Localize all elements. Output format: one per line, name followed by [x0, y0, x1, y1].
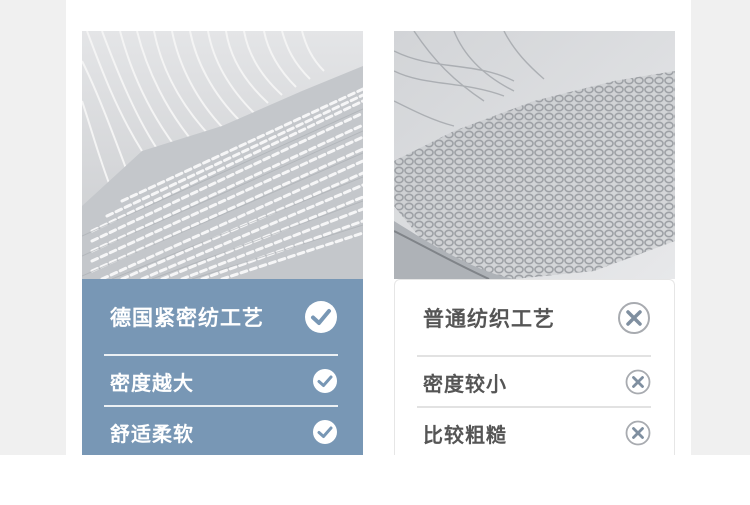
feature-row: 比较粗糙 — [423, 409, 651, 455]
feature-label: 比较粗糙 — [423, 422, 507, 447]
card-header: 普通纺织工艺 — [423, 280, 651, 355]
divider — [417, 406, 651, 408]
divider — [104, 354, 338, 356]
divider — [104, 405, 338, 407]
compact-spinning-card: 德国紧密纺工艺 密度越大 舒适柔软 — [82, 31, 363, 455]
feature-label: 舒适柔软 — [110, 421, 194, 446]
cross-circle-icon — [617, 301, 651, 335]
divider — [417, 355, 651, 357]
feature-row: 密度较小 — [423, 358, 651, 406]
feature-row: 舒适柔软 — [110, 408, 338, 455]
card-header: 德国紧密纺工艺 — [110, 279, 338, 354]
feature-row: 密度越大 — [110, 357, 338, 405]
ordinary-weaving-card: 普通纺织工艺 密度较小 比较粗糙 — [394, 31, 675, 455]
loose-weave-fabric-image — [394, 31, 675, 279]
feature-label: 密度越大 — [110, 370, 194, 395]
card-title: 德国紧密纺工艺 — [110, 305, 264, 330]
cross-circle-icon — [625, 420, 651, 446]
compact-spinning-info: 德国紧密纺工艺 密度越大 舒适柔软 — [82, 279, 363, 455]
check-circle-icon — [312, 419, 338, 445]
card-title: 普通纺织工艺 — [423, 306, 555, 331]
ordinary-weaving-info: 普通纺织工艺 密度较小 比较粗糙 — [394, 279, 675, 455]
check-circle-icon — [304, 300, 338, 334]
check-circle-icon — [312, 368, 338, 394]
tight-weave-fabric-image — [82, 31, 363, 279]
feature-label: 密度较小 — [423, 371, 507, 396]
cross-circle-icon — [625, 369, 651, 395]
